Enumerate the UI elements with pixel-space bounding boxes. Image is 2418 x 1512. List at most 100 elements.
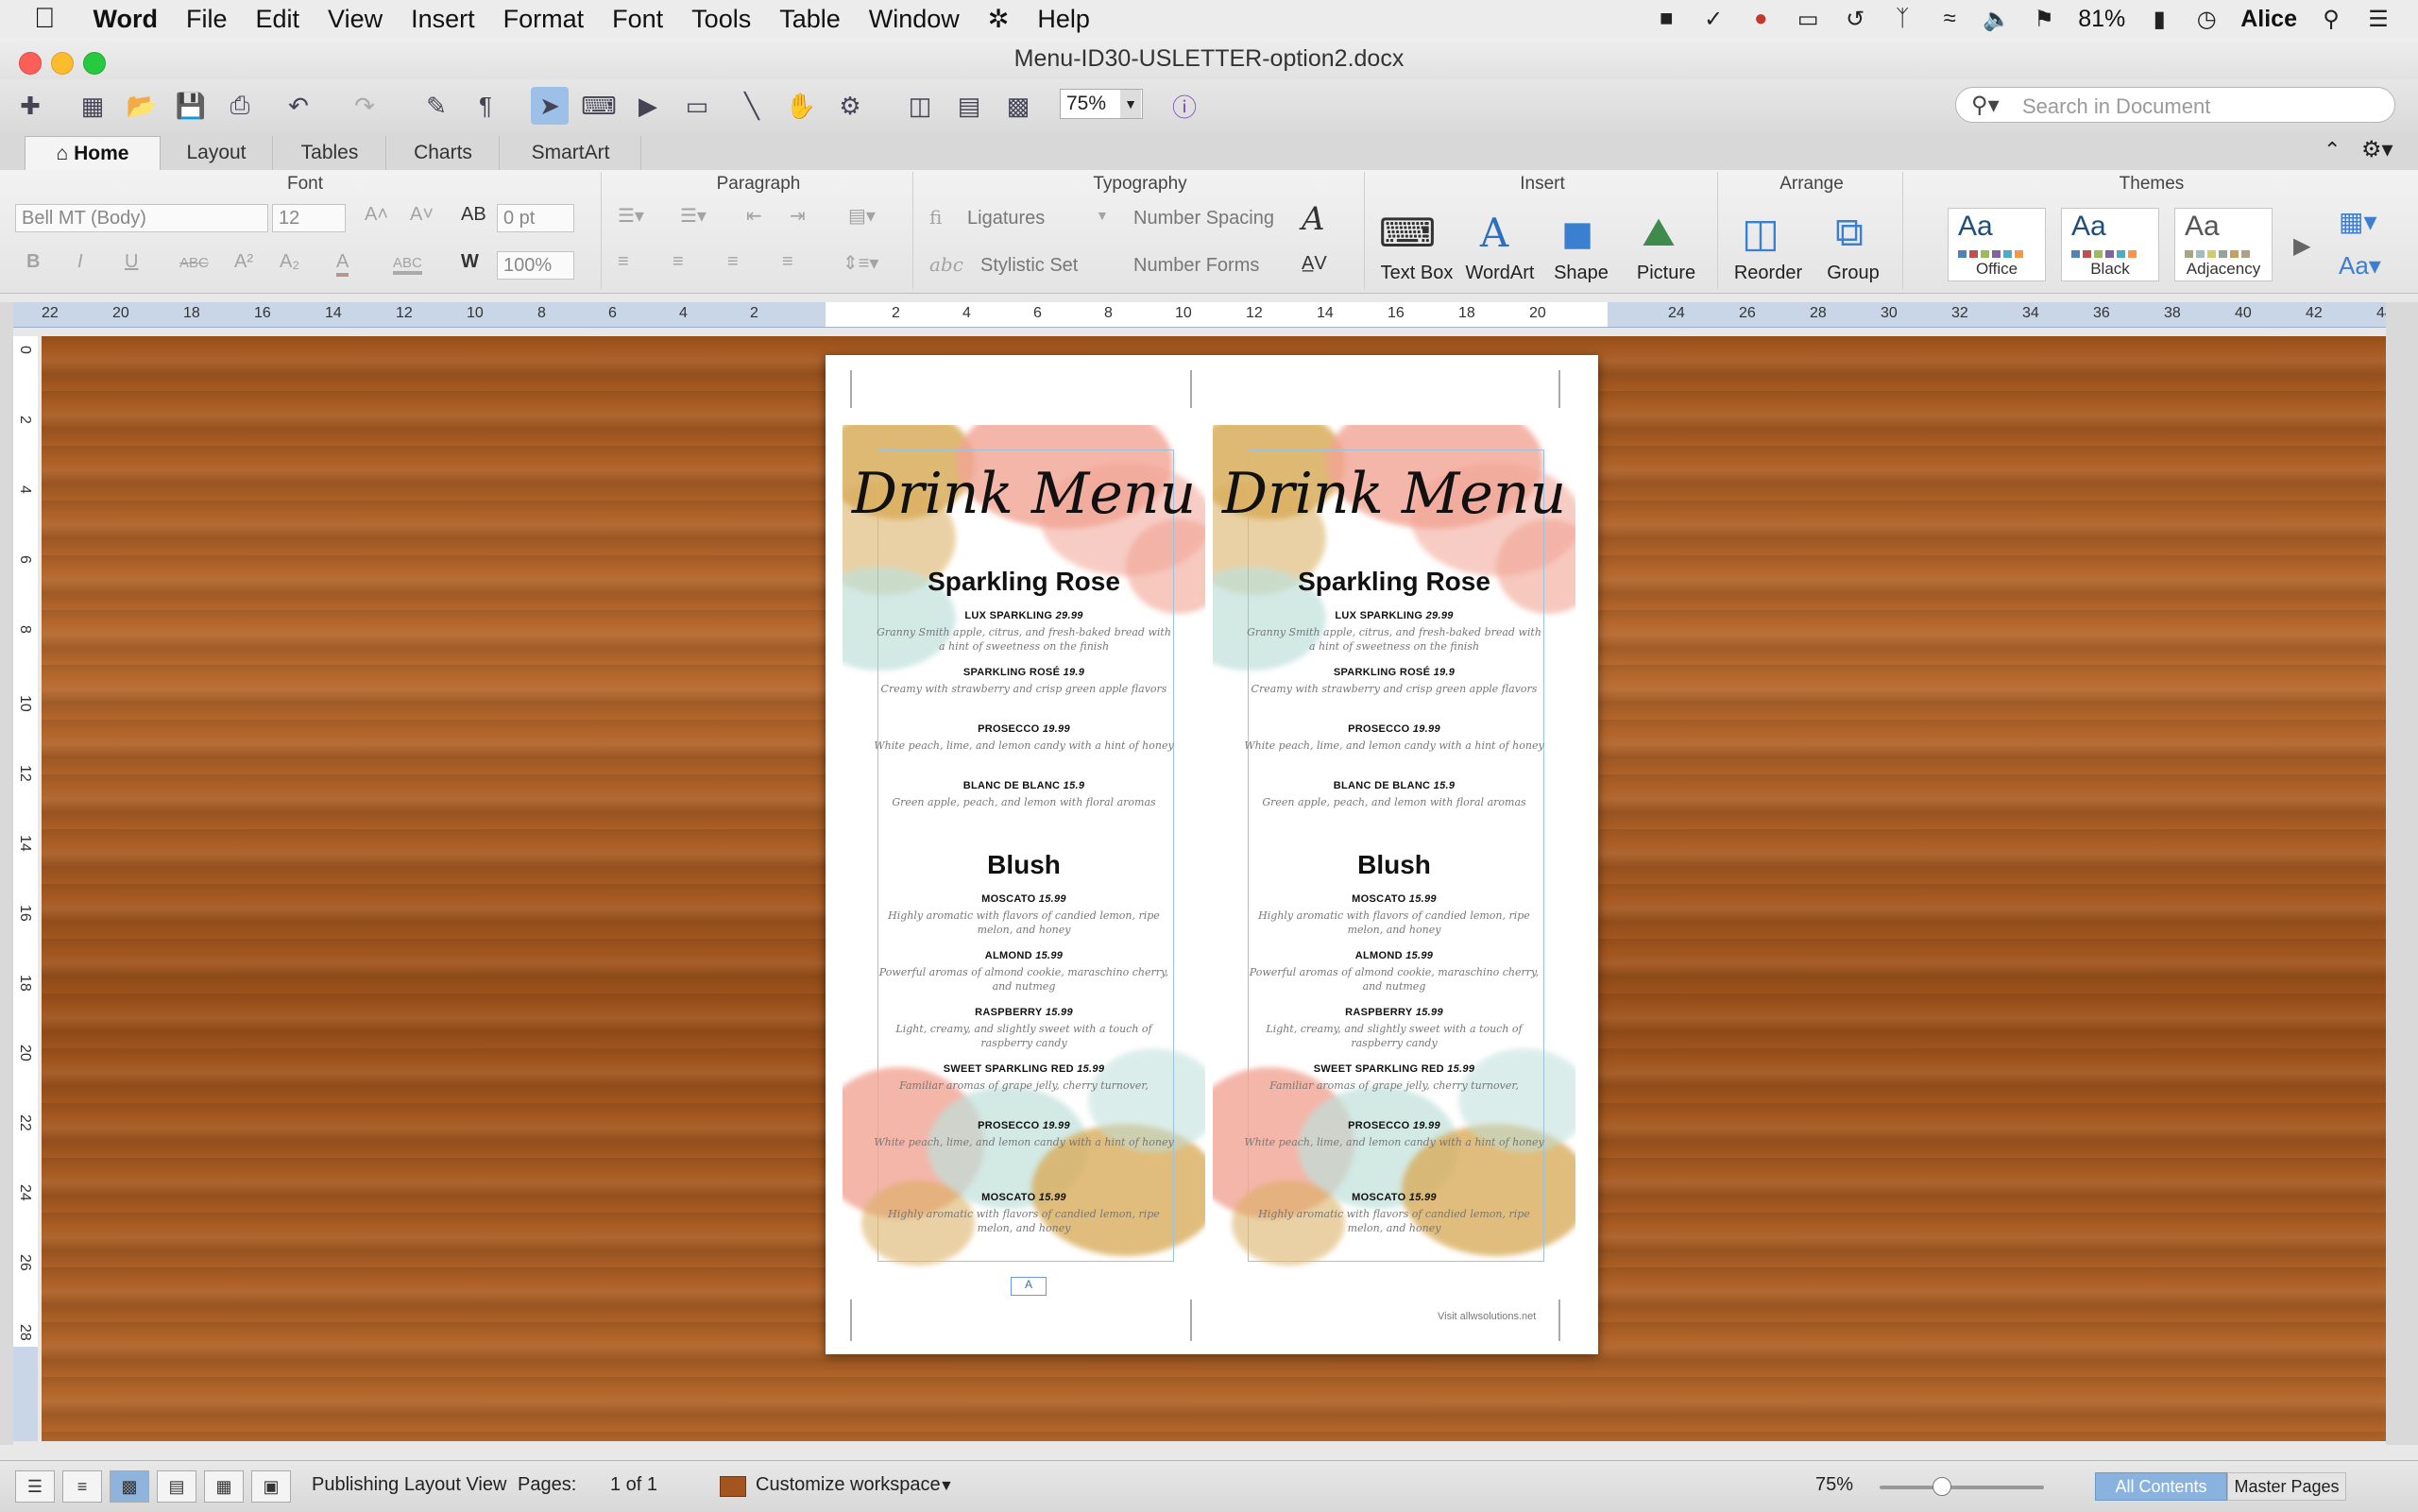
numbering-icon[interactable]: ☰▾ (680, 204, 707, 228)
media-icon[interactable]: ▩ (999, 87, 1037, 125)
print-view-button[interactable]: ▤ (157, 1470, 196, 1503)
superscript-icon[interactable]: A² (234, 251, 253, 273)
reorder-button[interactable]: Reorder (1721, 263, 1815, 284)
tab-home[interactable]: ⌂ Home (25, 136, 161, 171)
number-forms-button[interactable]: Number Forms (1133, 255, 1259, 277)
menu-format[interactable]: Format (503, 5, 585, 34)
menu-window[interactable]: Window (869, 5, 960, 34)
new-document-icon[interactable]: ✚ (11, 87, 49, 125)
strikethrough-icon[interactable]: ABC (179, 255, 209, 271)
theme-fonts-icon[interactable]: Aa▾ (2339, 251, 2381, 280)
shape-icon[interactable]: ◼ (1551, 206, 1604, 259)
outline-view-button[interactable]: ≡ (62, 1470, 102, 1503)
wifi-icon[interactable]: ≈ (1936, 6, 1963, 32)
drive-icon[interactable]: ▭ (1795, 6, 1821, 32)
underline-icon[interactable]: U (125, 251, 138, 273)
theme-office[interactable]: Aa Office (1948, 208, 2046, 281)
right-scrollbar[interactable] (2386, 302, 2418, 1445)
italic-icon[interactable]: I (77, 251, 83, 273)
zoom-slider[interactable] (1880, 1486, 2044, 1489)
sidebar-icon[interactable]: ◫ (901, 87, 939, 125)
notebook-view-button[interactable]: ▦ (204, 1470, 244, 1503)
open-icon[interactable]: 📂 (123, 87, 161, 125)
spacing-field[interactable]: 0 pt (497, 204, 574, 232)
media-tool-icon[interactable]: ▶ (629, 87, 667, 125)
increase-indent-icon[interactable]: ⇥ (790, 204, 806, 228)
menu-view[interactable]: View (328, 5, 383, 34)
bullets-icon[interactable]: ☰▾ (618, 204, 644, 228)
zoom-dropdown-icon[interactable]: ▼ (1120, 90, 1141, 118)
decrease-indent-icon[interactable]: ⇤ (746, 204, 762, 228)
gear-icon[interactable]: ⚙▾ (2361, 136, 2393, 163)
theme-adjacency[interactable]: Aa Adjacency (2174, 208, 2273, 281)
wordart-button[interactable]: WordArt (1455, 263, 1545, 284)
picture-button[interactable]: Picture (1623, 263, 1710, 284)
apple-icon[interactable]:  (34, 3, 56, 35)
draft-view-button[interactable]: ☰ (15, 1470, 55, 1503)
number-spacing-button[interactable]: Number Spacing (1133, 208, 1274, 229)
tab-charts[interactable]: Charts (387, 136, 500, 170)
search-input[interactable]: ⚲▾ Search in Document (1955, 87, 2395, 123)
line-tool-icon[interactable]: ╲ (733, 87, 771, 125)
script-menu-icon[interactable]: ✲ (988, 5, 1010, 34)
menu-insert[interactable]: Insert (411, 5, 475, 34)
clock-icon[interactable]: ◷ (2193, 6, 2220, 32)
menu-table[interactable]: Table (779, 5, 841, 34)
align-left-icon[interactable]: ≡ (618, 251, 629, 273)
document-page[interactable]: Drink Menu Sparkling Rose LUX SPARKLING 29… (826, 355, 1598, 1354)
ligatures-button[interactable]: Ligatures (967, 208, 1045, 229)
tab-smartart[interactable]: SmartArt (501, 136, 641, 170)
text-box-icon[interactable]: ⌨ (1379, 206, 1437, 259)
picture-icon[interactable]: ⛰ (1632, 206, 1685, 259)
flag-icon[interactable]: ⚑ (2031, 6, 2057, 32)
vertical-ruler[interactable]: 0 2 4 6 8 10 12 14 16 18 20 22 24 26 28 (13, 336, 38, 1441)
save-icon[interactable]: 💾 (172, 87, 210, 125)
rectangle-tool-icon[interactable]: ▭ (678, 87, 716, 125)
horizontal-ruler[interactable]: 22 20 18 16 14 12 10 8 6 4 2 2 4 6 8 10 12 14 16 18 20 24 26 28… (13, 302, 2393, 328)
line-spacing-icon[interactable]: ⇕≡▾ (843, 251, 878, 275)
battery-icon[interactable]: ▮ (2146, 6, 2172, 32)
themes-next-icon[interactable]: ▶ (2293, 232, 2310, 260)
align-right-icon[interactable]: ≡ (727, 251, 739, 273)
undo-icon[interactable]: ↶ (280, 87, 317, 125)
volume-icon[interactable]: 🔈 (1983, 6, 2011, 32)
reorder-icon[interactable]: ◫ (1734, 206, 1787, 259)
workspace-dropdown-icon[interactable]: ▼ (939, 1478, 954, 1495)
scale-icon[interactable]: W (461, 251, 479, 273)
stylistic-set-button[interactable]: Stylistic Set (980, 255, 1078, 277)
hand-tool-icon[interactable]: ✋ (782, 87, 820, 125)
collapse-ribbon-icon[interactable]: ⌃ (2324, 138, 2341, 162)
menu-help[interactable]: Help (1037, 5, 1090, 34)
tab-master-pages[interactable]: Master Pages (2227, 1472, 2346, 1501)
app-menu[interactable]: Word (94, 5, 159, 34)
check-icon[interactable]: ✓ (1700, 6, 1727, 32)
shrink-font-icon[interactable]: A˅ (410, 204, 434, 226)
tab-tables[interactable]: Tables (274, 136, 386, 170)
customize-workspace-button[interactable]: Customize workspace (756, 1474, 941, 1496)
toolbox-icon[interactable]: ▤ (950, 87, 988, 125)
menu-tools[interactable]: Tools (691, 5, 751, 34)
text-box-button[interactable]: Text Box (1368, 263, 1466, 284)
text-box-tool-icon[interactable]: ⌨ (580, 87, 618, 125)
text-direction-icon[interactable]: ▤▾ (848, 204, 876, 228)
font-color-icon[interactable]: A (336, 251, 349, 277)
theme-black[interactable]: Aa Black (2061, 208, 2159, 281)
font-family-select[interactable]: Bell MT (Body) (15, 204, 268, 232)
list-icon[interactable]: ☰ (2365, 6, 2392, 32)
workspace-swatch[interactable] (720, 1476, 746, 1497)
help-icon[interactable]: ⓘ (1166, 87, 1203, 125)
media-browser-icon[interactable]: ⚙ (831, 87, 869, 125)
shape-button[interactable]: Shape (1541, 263, 1621, 284)
pilcrow-icon[interactable]: ¶ (467, 87, 504, 125)
ligatures-dropdown-icon[interactable]: ▼ (1096, 208, 1109, 223)
gallery-icon[interactable]: ▦ (74, 87, 111, 125)
notification-icon[interactable]: ● (1747, 6, 1774, 32)
time-machine-icon[interactable]: ↺ (1842, 6, 1868, 32)
menu-file[interactable]: File (186, 5, 228, 34)
bold-icon[interactable]: B (26, 251, 40, 273)
wordart-icon[interactable]: A (1468, 206, 1521, 259)
tab-all-contents[interactable]: All Contents (2095, 1472, 2227, 1501)
menu-card-left[interactable]: Drink Menu Sparkling Rose LUX SPARKLING 29… (843, 425, 1205, 1284)
menu-edit[interactable]: Edit (256, 5, 300, 34)
align-center-icon[interactable]: ≡ (673, 251, 684, 273)
